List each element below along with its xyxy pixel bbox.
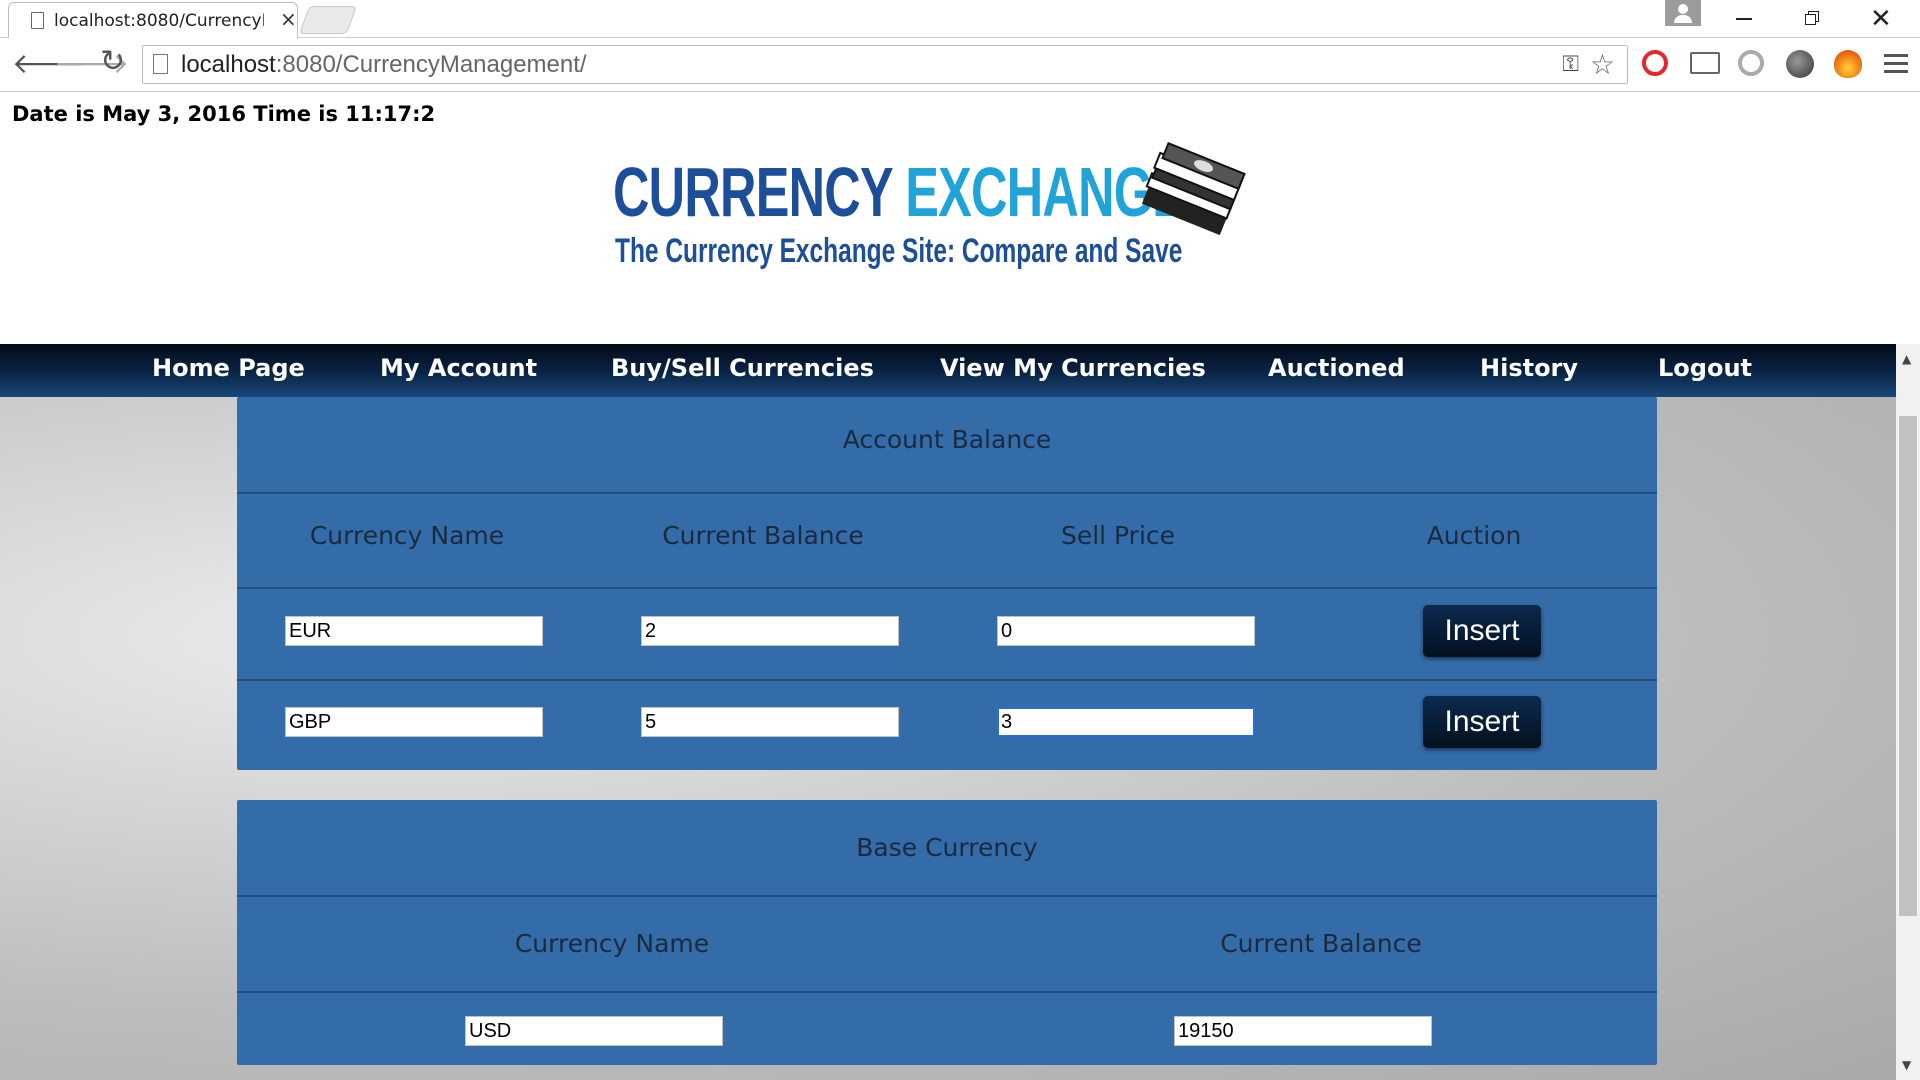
logo-tagline: The Currency Exchange Site: Compare and … [615, 232, 1183, 270]
tab-title: localhost:8080/CurrencyM [54, 11, 264, 31]
cast-icon[interactable] [1690, 52, 1720, 74]
sell-price-input[interactable] [997, 707, 1255, 737]
header-currency-name: Currency Name [514, 929, 710, 958]
sell-price-input[interactable] [997, 616, 1255, 646]
account-row-gbp: Insert [237, 681, 1657, 770]
base-currency-panel: Base Currency Currency Name Current Bala… [237, 800, 1657, 1065]
browser-tab[interactable]: localhost:8080/CurrencyM × [8, 2, 298, 38]
minimize-icon[interactable] [1736, 18, 1752, 20]
opera-extension-icon[interactable] [1642, 50, 1668, 76]
money-stack-icon [1141, 142, 1246, 236]
globe-extension-icon[interactable] [1786, 50, 1814, 78]
header-current-balance: Current Balance [662, 521, 864, 550]
page-scrollbar[interactable]: ▲ ▼ [1896, 344, 1920, 1080]
restore-icon[interactable] [1805, 11, 1821, 26]
base-currency-title-row: Base Currency [237, 800, 1657, 897]
nav-my-account[interactable]: My Account [380, 354, 537, 382]
account-balance-title: Account Balance [842, 425, 1052, 454]
scroll-down-arrow-icon[interactable]: ▼ [1902, 1058, 1911, 1072]
base-currency-header-row: Currency Name Current Balance [237, 897, 1657, 993]
bookmark-star-icon[interactable]: ☆ [1590, 48, 1615, 81]
current-balance-input[interactable] [641, 707, 899, 737]
account-balance-header-row: Currency Name Current Balance Sell Price… [237, 494, 1657, 589]
base-currency-title: Base Currency [856, 833, 1038, 862]
main-nav-bar: Home Page My Account Buy/Sell Currencies… [0, 344, 1896, 397]
extension-circle-icon[interactable] [1738, 50, 1764, 76]
header-currency-name: Currency Name [309, 521, 505, 550]
nav-home-page[interactable]: Home Page [152, 354, 305, 382]
nav-auctioned[interactable]: Auctioned [1268, 354, 1405, 382]
base-row-usd [237, 993, 1657, 1065]
page-info-icon[interactable] [153, 54, 168, 74]
window-close-icon[interactable]: ✕ [1870, 4, 1892, 34]
insert-button-eur[interactable]: Insert [1423, 605, 1541, 657]
header-sell-price: Sell Price [1060, 521, 1176, 550]
account-balance-panel: Account Balance Currency Name Current Ba… [237, 397, 1657, 770]
scroll-thumb[interactable] [1899, 416, 1917, 916]
browser-tab-strip: localhost:8080/CurrencyM × ✕ [0, 0, 1920, 38]
tab-close-icon[interactable]: × [280, 7, 297, 31]
logo-word-currency: CURRENCY [613, 153, 893, 231]
new-tab-button[interactable] [298, 6, 358, 34]
insert-button-gbp[interactable]: Insert [1423, 696, 1541, 748]
browser-toolbar: 🡐 🡒 ↻ localhost:8080/CurrencyManagement/… [0, 38, 1920, 92]
header-current-balance: Current Balance [1220, 929, 1422, 958]
page-viewport: Date is May 3, 2016 Time is 11:17:2 CURR… [0, 92, 1896, 1080]
nav-view-my-currencies[interactable]: View My Currencies [940, 354, 1206, 382]
base-currency-name-input[interactable] [465, 1016, 723, 1046]
account-balance-title-row: Account Balance [237, 397, 1657, 494]
account-row-eur: Insert [237, 589, 1657, 681]
page-favicon-icon [31, 12, 44, 29]
nav-history[interactable]: History [1480, 354, 1578, 382]
profile-icon[interactable] [1665, 0, 1701, 26]
key-icon[interactable]: ⚿ [1562, 52, 1579, 77]
menu-icon[interactable] [1884, 54, 1908, 78]
current-balance-input[interactable] [641, 616, 899, 646]
fire-extension-icon[interactable] [1834, 50, 1862, 78]
reload-icon[interactable]: ↻ [100, 44, 125, 79]
nav-logout[interactable]: Logout [1658, 354, 1752, 382]
nav-buy-sell-currencies[interactable]: Buy/Sell Currencies [611, 354, 874, 382]
date-time-text: Date is May 3, 2016 Time is 11:17:2 [12, 102, 436, 126]
currency-name-input[interactable] [285, 707, 543, 737]
header-auction: Auction [1426, 521, 1522, 550]
currency-name-input[interactable] [285, 616, 543, 646]
url-text[interactable]: localhost:8080/CurrencyManagement/ [181, 51, 587, 79]
base-current-balance-input[interactable] [1174, 1016, 1432, 1046]
scroll-up-arrow-icon[interactable]: ▲ [1902, 352, 1911, 366]
site-logo[interactable]: CURRENCY EXCHANGE The Currency Exchange … [613, 142, 1246, 282]
address-bar[interactable]: localhost:8080/CurrencyManagement/ ⚿ ☆ [142, 45, 1628, 84]
